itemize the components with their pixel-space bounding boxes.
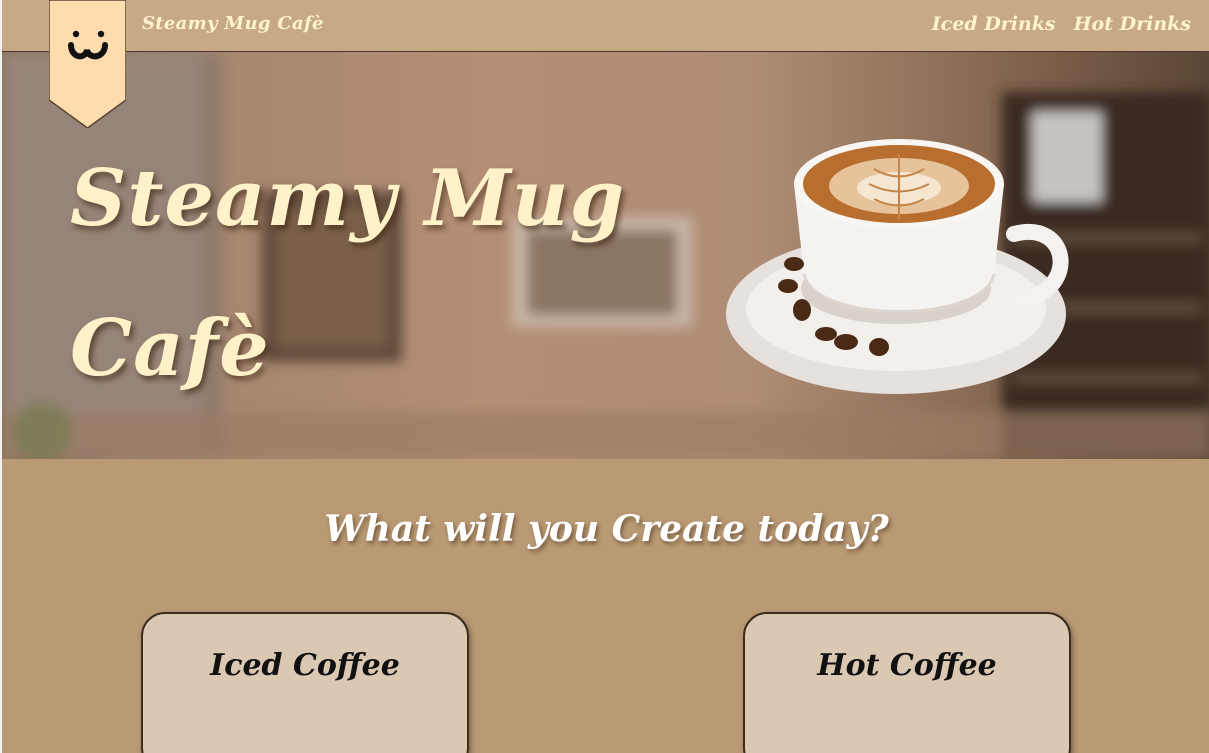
hot-coffee-card[interactable]: Hot Coffee xyxy=(743,612,1071,753)
nav-link-hot-drinks[interactable]: Hot Drinks xyxy=(1074,13,1191,35)
logo-badge[interactable] xyxy=(49,0,126,128)
iced-coffee-card-title: Iced Coffee xyxy=(210,648,400,683)
hero-banner: Steamy Mug Cafè xyxy=(2,52,1209,459)
hot-coffee-card-title: Hot Coffee xyxy=(817,648,997,683)
iced-coffee-card[interactable]: Iced Coffee xyxy=(141,612,469,753)
hero-title-line2: Cafè xyxy=(70,303,270,394)
smiley-face-icon xyxy=(49,0,126,128)
nav-link-iced-drinks[interactable]: Iced Drinks xyxy=(932,13,1056,35)
nav-links: Iced Drinks Hot Drinks xyxy=(932,13,1191,35)
navbar-brand[interactable]: Steamy Mug Cafè xyxy=(142,13,324,34)
latte-cup-icon xyxy=(726,139,1069,394)
hero-title-line1: Steamy Mug xyxy=(70,153,626,244)
hero-title: Steamy Mug Cafè xyxy=(70,124,670,424)
top-navbar: Steamy Mug Cafè Iced Drinks Hot Drinks xyxy=(2,0,1209,52)
create-prompt-heading: What will you Create today? xyxy=(324,508,889,550)
